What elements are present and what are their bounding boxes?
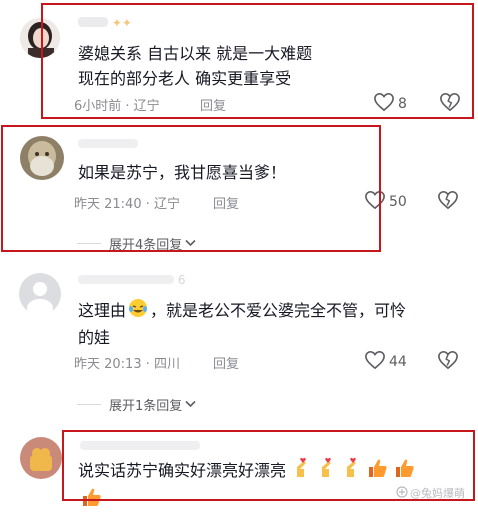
crying-laughing-emoji-icon [128,298,148,325]
username-blurred[interactable]: 6 [78,273,185,287]
chevron-down-icon [185,397,196,412]
watermark-logo-icon [396,483,408,502]
highlight-box [41,3,474,119]
watermark-text: @兔妈爆萌 [410,486,465,500]
expand-label: 展开1条回复 [109,399,183,414]
comment-segment: 这理由 [78,301,127,320]
comment-segment: ，就是老公不爱公婆完全不管，可怜 [150,301,407,320]
like-count: 44 [389,354,407,370]
comment-time: 昨天 20:13 · 四川 [74,357,180,372]
highlight-box [1,125,381,252]
like-count: 50 [389,194,407,210]
broken-heart-icon [437,350,459,374]
reply-button[interactable]: 回复 [213,353,239,372]
avatar[interactable] [20,437,62,479]
divider [77,404,101,405]
watermark: @兔妈爆萌 [396,483,465,502]
like-button[interactable]: 44 [364,350,407,374]
avatar[interactable] [19,273,61,315]
broken-heart-icon [437,190,459,214]
dislike-button[interactable] [437,190,459,214]
heart-icon [364,350,386,374]
comment-text: 这理由 ，就是老公不爱公婆完全不管，可怜 的娃 [78,298,406,350]
dislike-button[interactable] [437,350,459,374]
comment-line: 的娃 [78,328,111,347]
expand-replies-button[interactable]: 展开1条回复 [77,395,196,414]
